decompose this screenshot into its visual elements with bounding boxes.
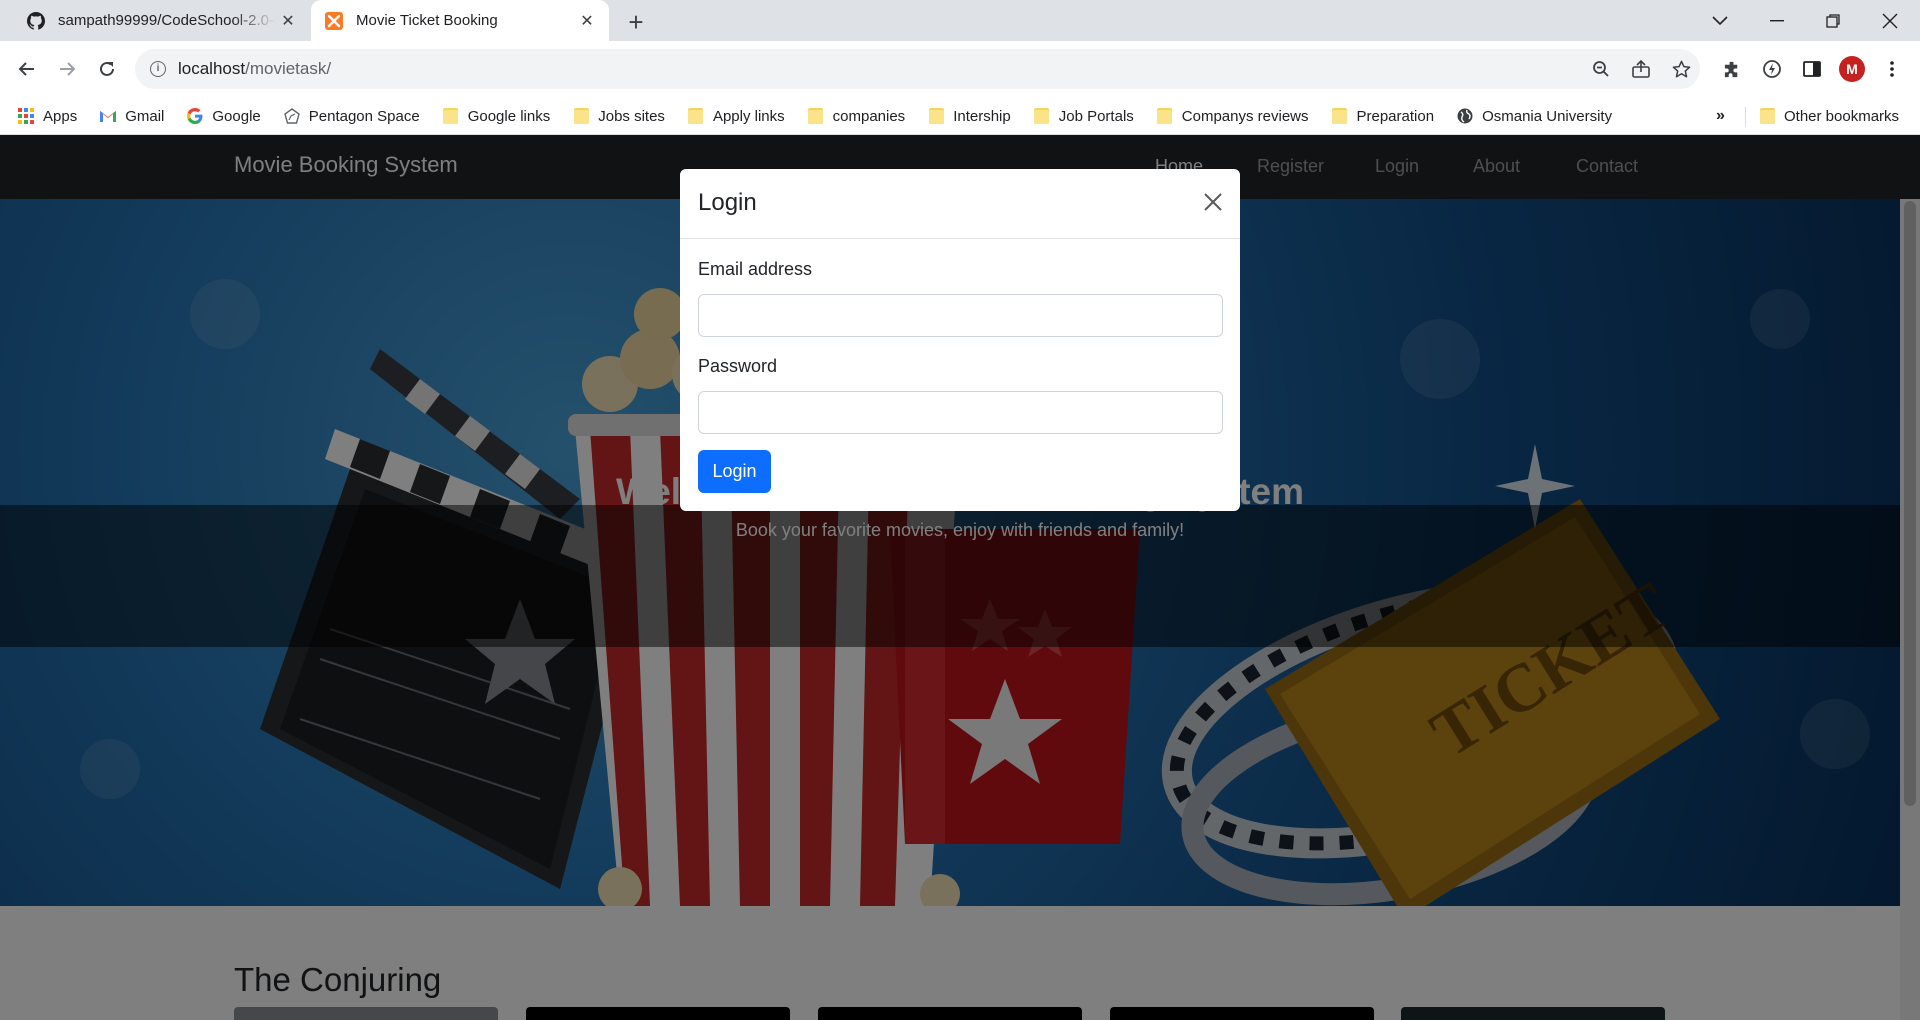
share-icon[interactable]	[1624, 49, 1658, 89]
menu-kebab-icon[interactable]	[1876, 53, 1908, 85]
bookmark-jobs-sites[interactable]: Jobs sites	[573, 108, 665, 125]
folder-icon	[688, 108, 704, 124]
google-icon	[187, 108, 203, 124]
bookmark-companys-reviews[interactable]: Companys reviews	[1157, 108, 1309, 125]
address-bar[interactable]: i localhost/movietask/	[135, 49, 1700, 89]
bookmark-label: Osmania University	[1482, 107, 1613, 125]
browser-toolbar: i localhost/movietask/ M	[0, 41, 1920, 98]
gmail-icon	[100, 108, 117, 124]
other-bookmarks[interactable]: Other bookmarks	[1759, 98, 1899, 134]
tab-github[interactable]: sampath99999/CodeSchool-2.0-Movie ✕	[10, 0, 310, 41]
reload-icon[interactable]	[91, 53, 123, 85]
forward-icon[interactable]	[51, 53, 83, 85]
folder-icon	[1157, 108, 1173, 124]
close-tab-icon[interactable]: ✕	[276, 9, 300, 33]
restore-icon[interactable]	[1813, 0, 1853, 41]
bookmark-label: Job Portals	[1058, 107, 1134, 125]
bookmark-star-icon[interactable]	[1664, 49, 1698, 89]
bookmark-label: Apps	[43, 107, 78, 125]
login-submit-button[interactable]: Login	[698, 450, 771, 493]
back-icon[interactable]	[11, 53, 43, 85]
bookmark-intership[interactable]: Intership	[928, 108, 1011, 125]
folder-icon	[1759, 108, 1775, 124]
bookmark-companies[interactable]: companies	[808, 107, 906, 125]
folder-icon	[1332, 108, 1348, 124]
folder-icon	[928, 108, 944, 124]
tab-title: sampath99999/CodeSchool-2.0-Movie	[58, 12, 276, 29]
github-icon	[26, 11, 46, 31]
extensions-icon[interactable]	[1716, 53, 1748, 85]
folder-icon	[1034, 108, 1050, 124]
zoom-icon[interactable]	[1584, 49, 1618, 89]
folder-icon	[808, 108, 824, 124]
bookmark-osmania-university[interactable]: Osmania University	[1457, 108, 1612, 125]
folder-icon	[573, 108, 589, 124]
bookmark-label: companies	[832, 107, 906, 125]
apps-grid-icon	[18, 108, 34, 124]
bookmark-gmail[interactable]: Gmail	[100, 108, 164, 125]
bookmark-pentagon-space[interactable]: Pentagon Space	[283, 107, 420, 125]
bookmark-label: Google	[212, 107, 261, 125]
url-host: localhost	[178, 59, 246, 78]
url-path: /movietask/	[245, 59, 332, 78]
bookmark-label: Preparation	[1356, 107, 1435, 125]
bookmark-label: Companys reviews	[1181, 107, 1309, 125]
modal-header: Login	[680, 169, 1240, 239]
profile-avatar[interactable]: M	[1836, 53, 1868, 85]
close-window-icon[interactable]	[1870, 0, 1910, 41]
bookmark-job-portals[interactable]: Job Portals	[1034, 108, 1134, 125]
minimize-icon[interactable]	[1757, 0, 1797, 41]
site-info-icon[interactable]: i	[150, 61, 166, 77]
password-label: Password	[698, 356, 778, 376]
folder-icon	[443, 108, 459, 124]
bookmark-label: Google links	[467, 107, 551, 125]
pentagon-space-icon	[283, 108, 300, 124]
xampp-icon	[324, 11, 344, 31]
bookmarks-bar: Apps Gmail Google Pentagon Space Google …	[0, 98, 1920, 135]
bookmark-label: Apply links	[712, 107, 785, 125]
bookmark-label: Jobs sites	[598, 107, 665, 125]
bookmark-apps[interactable]: Apps	[18, 108, 77, 125]
bookmark-apply-links[interactable]: Apply links	[688, 108, 785, 125]
tab-search-icon[interactable]	[1700, 0, 1740, 41]
bookmark-label: Intership	[953, 107, 1011, 125]
bookmarks-divider	[1745, 107, 1746, 127]
speed-extension-icon[interactable]	[1756, 53, 1788, 85]
bookmark-preparation[interactable]: Preparation	[1332, 107, 1435, 125]
email-label: Email address	[698, 259, 813, 279]
tab-movie-booking[interactable]: Movie Ticket Booking ✕	[311, 0, 609, 41]
email-field[interactable]	[698, 294, 1223, 337]
bookmark-google-links[interactable]: Google links	[443, 107, 551, 125]
bookmark-label: Other bookmarks	[1784, 107, 1900, 125]
globe-icon	[1457, 108, 1473, 124]
close-icon[interactable]	[1200, 189, 1226, 215]
password-field[interactable]	[698, 391, 1223, 434]
close-tab-icon[interactable]: ✕	[575, 9, 599, 33]
bookmark-label: Gmail	[125, 107, 165, 125]
page-viewport: Movie Booking System Home Register Login…	[0, 135, 1920, 1020]
modal-title: Login	[698, 189, 757, 216]
tab-title: Movie Ticket Booking	[356, 12, 498, 29]
more-bookmarks-chevron-icon[interactable]: »	[1716, 98, 1725, 134]
login-modal: Login Email address Password Login	[680, 169, 1240, 511]
bookmark-google[interactable]: Google	[187, 107, 261, 125]
tab-strip: sampath99999/CodeSchool-2.0-Movie ✕ Movi…	[0, 0, 1920, 41]
new-tab-button[interactable]: +	[622, 7, 650, 37]
side-panel-icon[interactable]	[1796, 53, 1828, 85]
bookmark-label: Pentagon Space	[308, 107, 420, 125]
